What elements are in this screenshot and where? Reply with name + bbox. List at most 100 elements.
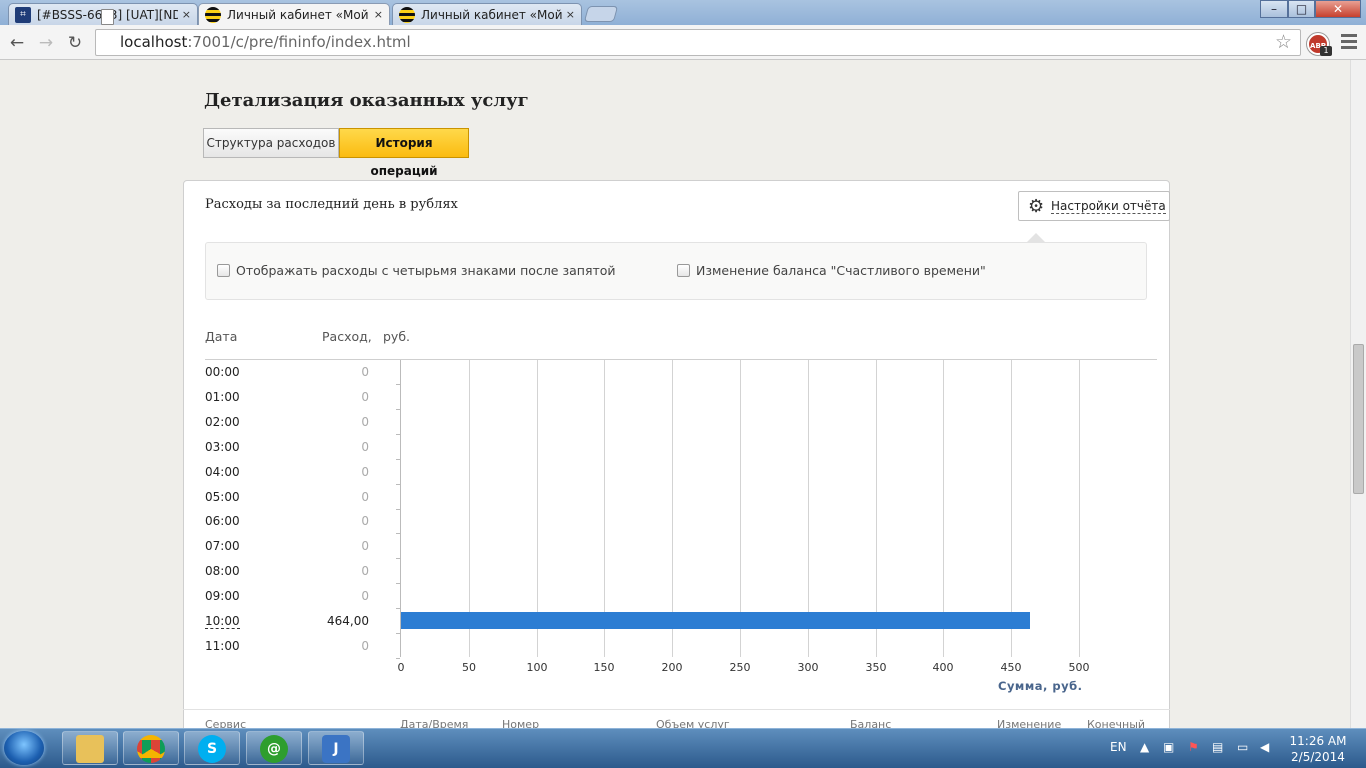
x-tick-label: 450 [1000,661,1022,674]
hour-label: 09:00 [205,589,240,603]
url-path: :7001/c/pre/fininfo/index.html [187,33,411,51]
taskbar-chrome[interactable] [123,731,179,765]
y-tick [396,409,400,410]
happy-time-label[interactable]: Изменение баланса "Счастливого времени" [696,263,986,278]
hour-expense-value: 0 [361,465,369,479]
report-title: Расходы за последний день в рублях [205,197,458,212]
windows-start-button[interactable] [4,731,44,765]
taskbar-clock[interactable]: 11:26 AM 2/5/2014 [1283,733,1353,765]
hour-label[interactable]: 10:00 [205,614,240,629]
reload-icon[interactable]: ↻ [64,32,86,54]
hour-label: 05:00 [205,490,240,504]
column-header-date: Дата [205,329,238,344]
tab-close-icon[interactable]: × [374,8,383,21]
hour-expense-value: 0 [361,365,369,379]
hour-expense-value: 0 [361,589,369,603]
column-header-currency: руб. [383,329,411,344]
x-tick-label: 200 [661,661,683,674]
browser-tab-beeline[interactable]: Личный кабинет «Мой Б × [392,3,582,25]
extension-badge: 1 [1320,46,1332,56]
clock-date: 2/5/2014 [1291,750,1345,764]
four-decimals-label[interactable]: Отображать расходы с четырьмя знаками по… [236,263,616,278]
taskbar-explorer[interactable] [62,731,118,765]
tab-close-icon[interactable]: × [566,8,575,21]
beeline-favicon-icon [399,6,415,23]
language-indicator[interactable]: EN [1110,740,1127,754]
y-tick [396,434,400,435]
y-tick [396,509,400,510]
jetbrains-icon: J [322,735,350,763]
address-bar[interactable]: localhost:7001/c/pre/fininfo/index.html [95,29,1301,56]
tray-volume-icon[interactable]: ◀ [1260,740,1269,754]
x-tick-label: 400 [932,661,954,674]
new-tab-button[interactable] [583,6,619,22]
column-header-expense: Расход, [322,329,372,344]
gridline [1079,360,1080,657]
y-tick [396,608,400,609]
hour-expense-value: 0 [361,440,369,454]
hour-label: 02:00 [205,415,240,429]
tab-expense-structure[interactable]: Структура расходов [203,128,339,158]
report-settings-label: Настройки отчёта [1051,199,1166,214]
options-pointer [1027,233,1045,242]
scrollbar-thumb[interactable] [1353,344,1364,494]
bookmark-star-icon[interactable]: ☆ [1275,31,1292,53]
mail-agent-icon: @ [260,735,288,763]
y-tick [396,633,400,634]
tray-flag-icon[interactable]: ⚑ [1188,740,1199,754]
skype-icon: S [198,735,226,763]
back-arrow-icon[interactable]: ← [6,32,28,54]
taskbar-jetbrains[interactable]: J [308,731,364,765]
hour-label: 11:00 [205,639,240,653]
x-tick-label: 50 [462,661,476,674]
page-icon [101,9,114,25]
browser-tab-beeline-active[interactable]: Личный кабинет «Мой Би × [198,3,390,25]
hour-expense-value: 0 [361,639,369,653]
happy-time-checkbox[interactable] [677,264,690,277]
hour-label: 08:00 [205,564,240,578]
tab-operation-history[interactable]: История операций [339,128,469,178]
x-tick-label: 150 [593,661,615,674]
chrome-icon [137,735,165,763]
x-axis-title: Сумма, руб. [998,679,1083,693]
tray-monitor-icon[interactable]: ▭ [1237,740,1248,754]
hour-label: 01:00 [205,390,240,404]
table-divider [183,709,1170,710]
tray-network-icon[interactable]: ▣ [1163,740,1174,754]
browser-toolbar: ← → ↻ localhost:7001/c/pre/fininfo/index… [0,25,1366,60]
browser-menu-icon[interactable] [1341,34,1357,50]
x-tick-label: 250 [729,661,751,674]
y-tick [396,583,400,584]
minimize-button[interactable]: – [1260,0,1288,18]
hour-expense-value: 0 [361,564,369,578]
four-decimals-checkbox[interactable] [217,264,230,277]
maximize-button[interactable]: □ [1288,0,1315,18]
x-tick-label: 500 [1068,661,1090,674]
tab-title: Личный кабинет «Мой Би [227,7,370,22]
forward-arrow-icon[interactable]: → [35,32,57,54]
hour-label: 04:00 [205,465,240,479]
hour-expense-value: 0 [361,490,369,504]
hour-label: 06:00 [205,514,240,528]
header-divider [205,359,1157,360]
hour-label: 03:00 [205,440,240,454]
tray-device-icon[interactable]: ▤ [1212,740,1223,754]
hour-expense-value: 464,00 [327,614,369,628]
browser-tab-strip: ⌗ [#BSSS-6673] [UAT][NDP] × Личный кабин… [0,0,1366,25]
url-host: localhost [120,33,188,51]
x-tick-label: 350 [865,661,887,674]
tab-close-icon[interactable]: × [182,8,191,21]
y-tick [396,558,400,559]
y-tick [396,459,400,460]
show-hidden-icons-icon[interactable]: ▲ [1140,740,1149,754]
hour-expense-value: 0 [361,390,369,404]
hour-expense-value: 0 [361,415,369,429]
x-tick-label: 300 [797,661,819,674]
bar[interactable] [401,612,1030,629]
clock-time: 11:26 AM [1289,734,1347,748]
close-window-button[interactable]: ✕ [1315,0,1361,18]
taskbar-skype[interactable]: S [184,731,240,765]
taskbar-mail-agent[interactable]: @ [246,731,302,765]
hour-expense-value: 0 [361,514,369,528]
x-tick-label: 100 [526,661,548,674]
